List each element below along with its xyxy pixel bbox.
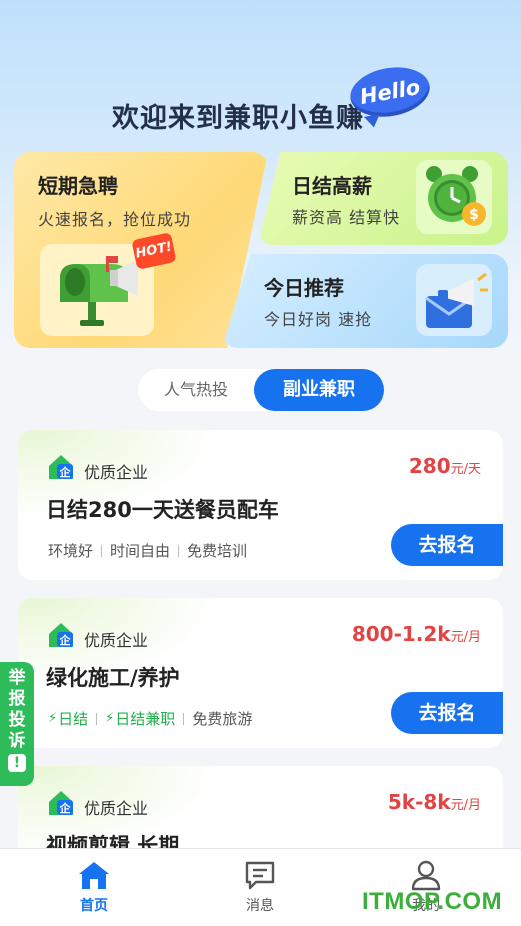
card-short-term-subtitle: 火速报名，抢位成功 — [38, 210, 192, 229]
job-tags: 环境好 时间自由 免费培训 — [48, 540, 247, 561]
user-icon — [411, 860, 441, 891]
job-tags: ⚡ 日结 ⚡ 日结兼职 免费旅游 — [48, 708, 252, 729]
salary: 800-1.2k元/月 — [351, 622, 481, 646]
report-complaint-button[interactable]: 举报投诉 ! — [0, 662, 34, 786]
card-short-term-title: 短期急聘 — [38, 174, 118, 198]
job-title: 日结280一天送餐员配车 — [46, 498, 279, 522]
job-tag: 免费培训 — [187, 542, 248, 560]
enterprise-icon: 企 — [49, 791, 73, 815]
nav-home-label: 首页 — [80, 898, 108, 914]
bolt-icon: ⚡ — [48, 711, 58, 726]
card-daily-pay-title: 日结高薪 — [292, 174, 372, 198]
card-today-title: 今日推荐 — [264, 276, 344, 300]
company-name: 优质企业 — [84, 631, 149, 650]
enterprise-icon: 企 — [49, 455, 73, 479]
job-tag: 日结兼职 — [115, 710, 176, 728]
svg-text:$: $ — [469, 207, 479, 223]
svg-text:企: 企 — [59, 633, 72, 647]
job-card[interactable]: 企 优质企业 800-1.2k元/月 绿化施工/养护 ⚡ 日结 ⚡ 日结兼职 免… — [18, 598, 503, 748]
warning-icon: ! — [8, 754, 26, 772]
home-icon — [79, 862, 109, 889]
enterprise-icon: 企 — [49, 623, 73, 647]
nav-messages-label: 消息 — [246, 898, 274, 914]
card-daily-pay-subtitle: 薪资高 结算快 — [292, 208, 401, 227]
bolt-icon: ⚡ — [105, 711, 115, 726]
card-today-subtitle: 今日好岗 速抢 — [264, 310, 373, 329]
megaphone-envelope-icon — [425, 272, 488, 328]
category-tabs: 人气热投 副业兼职 — [138, 369, 384, 411]
salary: 5k-8k元/月 — [387, 790, 481, 814]
nav-home[interactable]: 首页 — [54, 859, 134, 915]
job-tag: 日结 — [58, 710, 89, 728]
job-title: 绿化施工/养护 — [46, 666, 180, 690]
company-name: 优质企业 — [84, 799, 149, 818]
report-label: 举报投诉 — [8, 668, 26, 751]
tag-divider — [96, 712, 98, 725]
apply-button[interactable]: 去报名 — [391, 692, 503, 734]
tab-side-job[interactable]: 副业兼职 — [254, 369, 384, 411]
tag-divider — [183, 712, 185, 725]
mailbox-icon — [60, 256, 138, 326]
company-name: 优质企业 — [84, 463, 149, 482]
job-tag: 免费旅游 — [192, 710, 253, 728]
welcome-title: 欢迎来到兼职小鱼赚 — [112, 103, 364, 134]
job-tag: 环境好 — [48, 542, 94, 560]
nav-messages[interactable]: 消息 — [220, 859, 300, 915]
salary: 280元/天 — [408, 454, 481, 478]
tag-divider — [178, 544, 180, 557]
job-tag: 时间自由 — [110, 542, 171, 560]
job-card[interactable]: 企 优质企业 280元/天 日结280一天送餐员配车 环境好 时间自由 免费培训… — [18, 430, 503, 580]
message-icon — [245, 861, 275, 890]
tab-popular[interactable]: 人气热投 — [138, 369, 254, 411]
site-watermark: ITMOP.COM — [362, 888, 503, 915]
svg-text:企: 企 — [59, 465, 72, 479]
svg-text:企: 企 — [59, 801, 72, 815]
apply-button[interactable]: 去报名 — [391, 524, 503, 566]
tag-divider — [101, 544, 103, 557]
alarm-clock-icon: $ — [426, 166, 486, 226]
